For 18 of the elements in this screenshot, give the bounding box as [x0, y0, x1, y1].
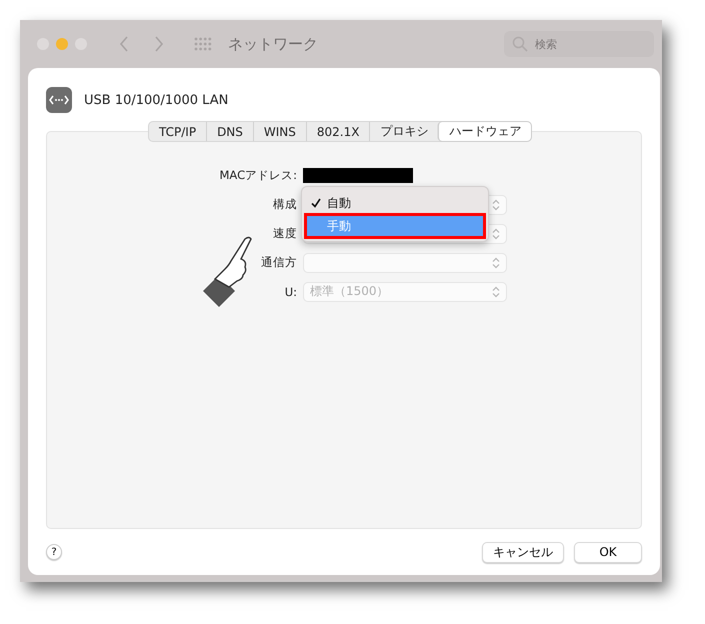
window-title: ネットワーク: [228, 34, 318, 54]
field-label: 速度: [272, 226, 297, 241]
field-label: U:: [284, 284, 297, 298]
tab[interactable]: ハードウェア: [438, 122, 532, 141]
tab[interactable]: WINS: [252, 122, 306, 141]
tab[interactable]: DNS: [206, 122, 253, 141]
field-label: MACアドレス:: [218, 168, 297, 183]
help-button[interactable]: ?: [46, 544, 62, 560]
dialog-button[interactable]: OK: [574, 542, 642, 562]
field-label: 通信方: [260, 255, 297, 270]
tab[interactable]: TCP/IP: [149, 122, 206, 141]
menu-item[interactable]: 自動: [305, 192, 485, 214]
search-field[interactable]: 検索: [504, 31, 654, 57]
dialog-button[interactable]: キャンセル: [482, 542, 564, 562]
device-name: USB 10/100/1000 LAN: [84, 92, 228, 108]
search-input[interactable]: 検索: [533, 36, 647, 52]
tab[interactable]: 802.1X: [306, 122, 370, 141]
field-label: 構成: [272, 197, 297, 212]
